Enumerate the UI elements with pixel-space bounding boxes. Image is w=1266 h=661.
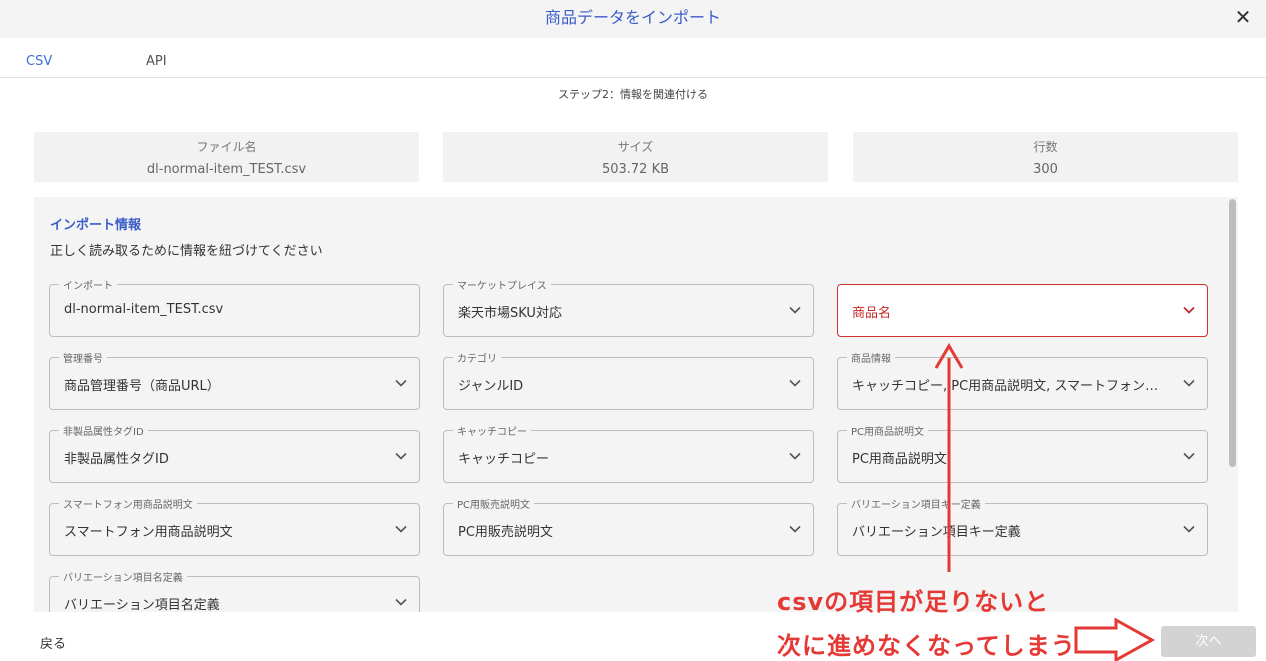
dialog-title: 商品データをインポート [544,8,721,27]
non-product-tag-value: 非製品属性タグID [64,452,169,467]
panel-scrollbar[interactable] [1229,199,1236,467]
file-name-card: ファイル名 dl-normal-item_TEST.csv [34,132,419,182]
import-info-panel: インポート情報 正しく読み取るために情報を紐づけてください インポート dl-n… [34,197,1238,612]
pc-desc-select[interactable]: PC用商品説明文 PC用商品説明文 [837,423,1208,483]
non-product-tag-select[interactable]: 非製品属性タグID 非製品属性タグID [49,423,420,483]
section-title: インポート情報 [50,218,142,233]
catch-copy-label: キャッチコピー [453,423,531,438]
pc-desc-value: PC用商品説明文 [852,452,947,467]
file-name-label: ファイル名 [196,140,257,154]
tab-csv[interactable]: CSV [26,54,52,69]
section-description: 正しく読み取るために情報を紐づけてください [50,244,323,259]
variation-name-value: バリエーション項目名定義 [64,598,220,612]
chevron-down-icon [1183,379,1195,387]
category-select[interactable]: カテゴリ ジャンルID [443,350,814,410]
chevron-down-icon [395,452,407,460]
sp-desc-value: スマートフォン用商品説明文 [64,525,233,540]
pc-sales-desc-select[interactable]: PC用販売説明文 PC用販売説明文 [443,496,814,556]
row-count-label: 行数 [1033,140,1058,154]
chevron-down-icon [395,525,407,533]
mgmt-no-value: 商品管理番号（商品URL） [64,379,220,394]
chevron-down-icon [1183,306,1195,314]
row-count-value: 300 [1033,162,1058,177]
mgmt-no-select[interactable]: 管理番号 商品管理番号（商品URL） [49,350,420,410]
catch-copy-value: キャッチコピー [458,452,550,467]
file-size-value: 503.72 KB [601,162,670,177]
chevron-down-icon [395,598,407,606]
variation-key-select[interactable]: バリエーション項目キー定義 バリエーション項目キー定義 [837,496,1208,556]
marketplace-value: 楽天市場SKU対応 [458,306,562,321]
file-name-value: dl-normal-item_TEST.csv [146,162,307,177]
right-arrow-icon [1074,617,1156,661]
category-label: カテゴリ [453,350,501,365]
tab-api[interactable]: API [146,54,167,69]
chevron-down-icon [395,379,407,387]
annotation-line-2: 次に進めなくなってしまう [777,632,1076,660]
catch-copy-select[interactable]: キャッチコピー キャッチコピー [443,423,814,483]
pc-desc-label: PC用商品説明文 [847,423,929,438]
file-size-card: サイズ 503.72 KB [443,132,828,182]
step-indicator: ステップ2：情報を関連付ける [558,88,708,101]
chevron-down-icon [789,306,801,314]
marketplace-label: マーケットプレイス [453,277,551,292]
import-field[interactable]: インポート dl-normal-item_TEST.csv [49,277,420,337]
non-product-tag-label: 非製品属性タグID [59,423,148,438]
pc-sales-desc-label: PC用販売説明文 [453,496,535,511]
product-info-value: キャッチコピー, PC用商品説明文, スマートフォン用商品説明文 [852,379,1167,394]
tab-bar: CSV API [0,38,1266,78]
product-info-label: 商品情報 [847,350,895,365]
annotation-line-1: csvの項目が足りないと [777,588,1050,616]
file-size-label: サイズ [617,140,654,154]
chevron-down-icon [1183,525,1195,533]
import-field-label: インポート [59,277,117,292]
import-field-value: dl-normal-item_TEST.csv [64,302,224,317]
variation-key-value: バリエーション項目キー定義 [852,525,1021,540]
pc-sales-desc-value: PC用販売説明文 [458,525,553,540]
chevron-down-icon [1183,452,1195,460]
sp-desc-select[interactable]: スマートフォン用商品説明文 スマートフォン用商品説明文 [49,496,420,556]
chevron-down-icon [789,452,801,460]
marketplace-select[interactable]: マーケットプレイス 楽天市場SKU対応 [443,277,814,337]
row-count-card: 行数 300 [853,132,1238,182]
product-name-value: 商品名 [852,306,892,321]
next-button[interactable]: 次へ [1161,626,1256,657]
variation-name-label: バリエーション項目名定義 [59,569,187,584]
product-name-select[interactable]: 商品名 [837,284,1208,337]
chevron-down-icon [789,525,801,533]
variation-name-select[interactable]: バリエーション項目名定義 バリエーション項目名定義 [49,569,420,612]
product-info-select[interactable]: 商品情報 キャッチコピー, PC用商品説明文, スマートフォン用商品説明文 [837,350,1208,410]
chevron-down-icon [789,379,801,387]
back-button[interactable]: 戻る [40,633,66,652]
sp-desc-label: スマートフォン用商品説明文 [59,496,197,511]
variation-key-label: バリエーション項目キー定義 [847,496,985,511]
category-value: ジャンルID [458,379,524,394]
mgmt-no-label: 管理番号 [59,350,107,365]
close-icon[interactable]: ✕ [1230,4,1256,30]
